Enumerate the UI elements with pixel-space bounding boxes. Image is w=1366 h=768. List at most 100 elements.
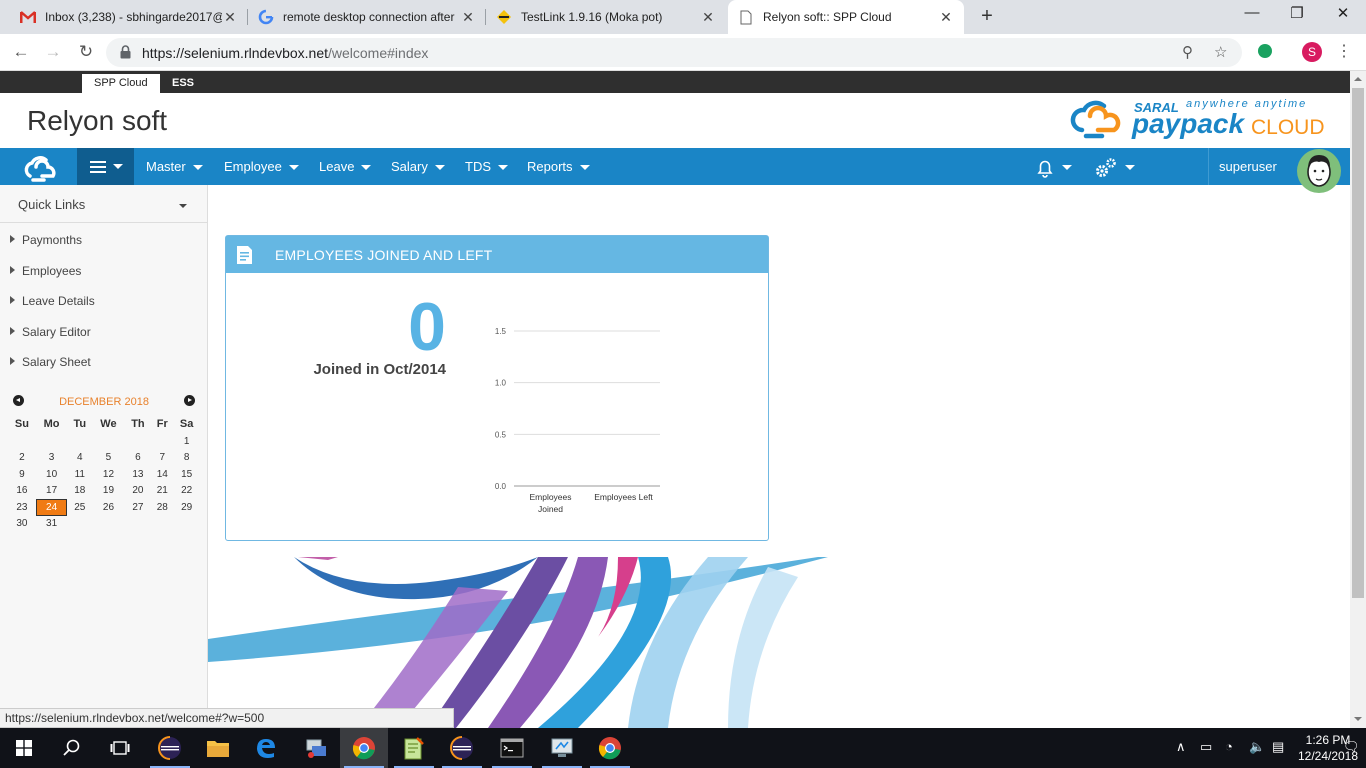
menu-reports[interactable]: Reports [527,148,590,185]
chevron-down-icon [192,165,203,171]
menu-leave[interactable]: Leave [319,148,372,185]
tab-spp-cloud[interactable]: SPP Cloud [82,74,160,93]
calendar-day[interactable]: 22 [173,483,200,500]
close-icon[interactable]: ✕ [460,9,476,26]
eclipse-icon[interactable] [146,728,194,768]
calendar-day[interactable]: 14 [151,466,173,483]
calendar-day[interactable]: 2 [8,450,36,467]
calendar-day[interactable]: 30 [8,516,36,533]
sidebar-item-label: Salary Editor [22,325,91,339]
bookmark-star-icon[interactable]: ☆ [1214,43,1227,61]
page-scrollbar[interactable] [1350,71,1366,728]
calendar-day[interactable]: 23 [8,499,36,516]
browser-menu-icon[interactable]: ⋮ [1336,41,1352,61]
reload-icon[interactable]: ↻ [75,41,97,63]
scroll-up-icon[interactable] [1354,77,1362,81]
calendar-day[interactable]: 31 [36,516,67,533]
quick-links-dropdown[interactable]: Quick Links [0,185,207,223]
tab-ess[interactable]: ESS [160,74,206,93]
calendar-day[interactable]: 12 [92,466,124,483]
calendar-day[interactable]: 3 [36,450,67,467]
remote-desktop-icon[interactable] [538,728,586,768]
back-icon[interactable]: ← [10,41,32,63]
calendar-empty-cell [151,433,173,450]
profile-avatar[interactable]: S [1302,42,1322,62]
calendar-day[interactable]: 9 [8,466,36,483]
username[interactable]: superuser [1219,148,1277,185]
address-bar[interactable]: https://selenium.rlndevbox.net/welcome#i… [106,38,1242,67]
calendar-day-today[interactable]: 24 [35,499,68,516]
calendar-day[interactable]: 15 [173,466,200,483]
close-icon[interactable]: ✕ [222,9,238,26]
calendar-day[interactable]: 25 [67,499,92,516]
chrome-icon[interactable] [340,728,388,768]
task-view-icon[interactable] [96,728,144,768]
eclipse-icon[interactable] [438,728,486,768]
wifi-icon[interactable]: ◔ [1225,739,1233,754]
calendar-day[interactable]: 10 [36,466,67,483]
browser-tab-spp-cloud[interactable]: Relyon soft:: SPP Cloud ✕ [728,0,964,34]
calendar-day[interactable]: 18 [67,483,92,500]
chrome-icon[interactable] [586,728,634,768]
battery-icon[interactable]: ▭ [1200,739,1212,755]
calendar-day[interactable]: 5 [92,450,124,467]
next-month-icon[interactable] [184,395,195,406]
calendar-day[interactable]: 27 [125,499,152,516]
browser-tab-testlink[interactable]: TestLink 1.9.16 (Moka pot) ✕ [486,0,726,34]
app-cloud-icon[interactable] [0,148,77,185]
speaker-icon[interactable]: 🔈 [1249,739,1265,755]
show-hidden-icons-icon[interactable]: ∧ [1176,739,1186,755]
sidebar-item-salary-sheet[interactable]: Salary Sheet [10,355,91,369]
calendar-empty-cell [67,433,92,450]
cmd-icon[interactable] [488,728,536,768]
sidebar-item-leave-details[interactable]: Leave Details [10,294,95,308]
calendar-day[interactable]: 29 [173,499,200,516]
calendar-day[interactable]: 17 [36,483,67,500]
notifications-button[interactable] [1035,148,1072,185]
calendar-day[interactable]: 28 [151,499,173,516]
zoom-icon[interactable]: ⚲ [1182,43,1193,61]
calendar-day[interactable]: 20 [125,483,152,500]
calendar-day[interactable]: 11 [67,466,92,483]
action-center-icon[interactable]: 🗨 [1343,739,1360,755]
forward-icon[interactable]: → [42,41,64,63]
close-icon[interactable]: ✕ [938,9,954,26]
file-explorer-icon[interactable] [194,728,242,768]
scroll-thumb[interactable] [1352,88,1364,598]
calendar-day[interactable]: 1 [173,433,200,450]
restore-icon[interactable]: ❐ [1274,4,1320,22]
menu-master[interactable]: Master [146,148,203,185]
network-icon[interactable] [292,728,340,768]
window-close-icon[interactable]: ✕ [1320,4,1366,22]
calendar-day[interactable]: 7 [151,450,173,467]
calendar-day[interactable]: 26 [92,499,124,516]
start-icon[interactable] [0,728,48,768]
extension-icon[interactable] [1258,44,1272,58]
settings-button[interactable] [1094,148,1135,185]
ime-icon[interactable]: ▤ [1272,739,1284,755]
calendar-day[interactable]: 6 [125,450,152,467]
calendar-day[interactable]: 19 [92,483,124,500]
hamburger-menu-button[interactable] [77,148,134,185]
close-icon[interactable]: ✕ [700,9,716,26]
calendar-day[interactable]: 21 [151,483,173,500]
new-tab-icon[interactable]: + [975,6,999,28]
sidebar-item-salary-editor[interactable]: Salary Editor [10,325,91,339]
browser-tab-google[interactable]: remote desktop connection after ✕ [248,0,486,34]
search-icon[interactable] [48,728,96,768]
sidebar-item-paymonths[interactable]: Paymonths [10,233,82,247]
notepad-icon[interactable] [390,728,438,768]
sidebar-item-employees[interactable]: Employees [10,264,81,278]
sidebar-item-label: Employees [22,264,82,278]
calendar-day[interactable]: 13 [125,466,152,483]
menu-tds[interactable]: TDS [465,148,508,185]
calendar-day[interactable]: 16 [8,483,36,500]
calendar-day[interactable]: 4 [67,450,92,467]
calendar-day[interactable]: 8 [173,450,200,467]
browser-tab-gmail[interactable]: Inbox (3,238) - sbhingarde2017@ ✕ [10,0,248,34]
minimize-icon[interactable]: — [1229,4,1275,21]
scroll-down-icon[interactable] [1354,717,1362,721]
edge-icon[interactable] [242,728,290,768]
menu-salary[interactable]: Salary [391,148,445,185]
menu-employee[interactable]: Employee [224,148,299,185]
